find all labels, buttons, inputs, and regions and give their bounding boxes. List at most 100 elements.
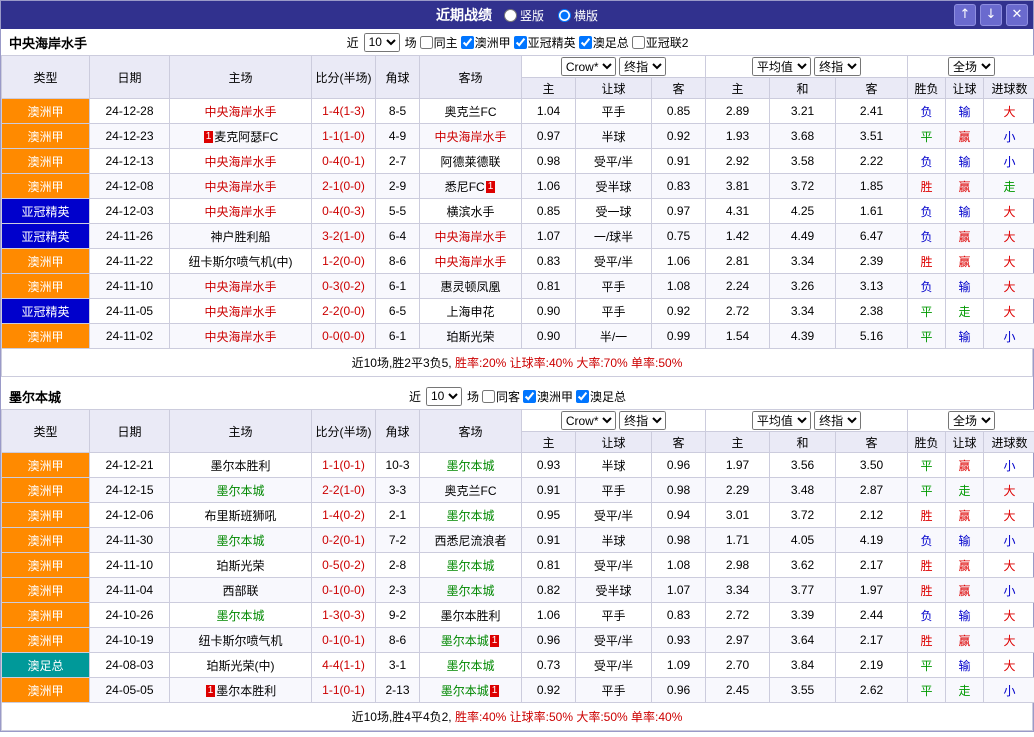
filter-checkbox-input[interactable] (631, 35, 645, 49)
away-team-cell[interactable]: 奥克兰FC (419, 477, 522, 503)
team-link[interactable]: 西悉尼流浪者 (434, 534, 506, 548)
team-link[interactable]: 纽卡斯尔喷气机(中) (189, 255, 293, 269)
home-team-cell[interactable]: 墨尔本胜利 (169, 452, 312, 478)
team-link[interactable]: 珀斯光荣(中) (207, 659, 275, 673)
team-link[interactable]: 神户胜利船 (210, 230, 270, 244)
team-link[interactable]: 布里斯班狮吼 (204, 509, 276, 523)
filter-checkbox-input[interactable] (576, 389, 590, 403)
team-link[interactable]: 上海申花 (446, 305, 494, 319)
team-link[interactable]: 中央海岸水手 (204, 155, 276, 169)
filter-checkbox[interactable]: 澳洲甲 (523, 388, 573, 405)
team-link[interactable]: 奥克兰FC (445, 484, 497, 498)
team-link[interactable]: 珀斯光荣 (446, 330, 494, 344)
away-team-cell[interactable]: 墨尔本城 (419, 577, 522, 603)
team-link[interactable]: 墨尔本城 (216, 609, 264, 623)
filter-checkbox-input[interactable] (419, 35, 433, 49)
away-team-cell[interactable]: 中央海岸水手 (419, 248, 522, 274)
match-count-select[interactable]: 10 (425, 386, 462, 406)
filter-checkbox[interactable]: 同客 (481, 388, 520, 405)
team-link[interactable]: 中央海岸水手 (434, 230, 506, 244)
home-team-cell[interactable]: 墨尔本城 (169, 477, 312, 503)
scroll-up-button[interactable]: ↑ (954, 4, 976, 26)
home-team-cell[interactable]: 1 麦克阿瑟FC (169, 123, 312, 149)
away-team-cell[interactable]: 墨尔本城 1 (419, 677, 522, 703)
away-team-cell[interactable]: 阿德莱德联 (419, 148, 522, 174)
home-team-cell[interactable]: 中央海岸水手 (169, 148, 312, 174)
away-team-cell[interactable]: 中央海岸水手 (419, 223, 522, 249)
filter-checkbox[interactable]: 澳洲甲 (460, 34, 511, 51)
bookmaker-select[interactable]: Crow* (560, 57, 616, 76)
away-team-cell[interactable]: 珀斯光荣 (419, 323, 522, 349)
filter-checkbox[interactable]: 澳足总 (578, 34, 629, 51)
away-team-cell[interactable]: 墨尔本胜利 (419, 602, 522, 628)
team-link[interactable]: 墨尔本城 (216, 484, 264, 498)
home-team-cell[interactable]: 墨尔本城 (169, 602, 312, 628)
filter-checkbox[interactable]: 同主 (419, 34, 458, 51)
team-link[interactable]: 中央海岸水手 (204, 205, 276, 219)
bookmaker-select[interactable]: Crow* (560, 411, 616, 430)
team-link[interactable]: 珀斯光荣 (216, 559, 264, 573)
scope-select[interactable]: 全场 (948, 411, 996, 430)
team-link[interactable]: 墨尔本城 (446, 459, 494, 473)
away-team-cell[interactable]: 中央海岸水手 (419, 123, 522, 149)
team-link[interactable]: 中央海岸水手 (434, 130, 506, 144)
home-team-cell[interactable]: 纽卡斯尔喷气机(中) (169, 248, 312, 274)
odds-time-select[interactable]: 终指 (619, 57, 667, 76)
away-team-cell[interactable]: 西悉尼流浪者 (419, 527, 522, 553)
average-select[interactable]: 平均值 (751, 57, 811, 76)
filter-checkbox[interactable]: 亚冠精英 (513, 34, 576, 51)
team-link[interactable]: 墨尔本城 (446, 559, 494, 573)
team-link[interactable]: 中央海岸水手 (204, 330, 276, 344)
away-team-cell[interactable]: 横滨水手 (419, 198, 522, 224)
home-team-cell[interactable]: 中央海岸水手 (169, 298, 312, 324)
team-link[interactable]: 墨尔本胜利 (210, 459, 270, 473)
away-team-cell[interactable]: 墨尔本城 1 (419, 627, 522, 653)
away-team-cell[interactable]: 墨尔本城 (419, 452, 522, 478)
layout-option-horizontal[interactable]: 横版 (558, 7, 598, 24)
team-link[interactable]: 中央海岸水手 (204, 180, 276, 194)
team-link[interactable]: 奥克兰FC (445, 105, 497, 119)
team-link[interactable]: 中央海岸水手 (434, 255, 506, 269)
home-team-cell[interactable]: 西部联 (169, 577, 312, 603)
team-link[interactable]: 纽卡斯尔喷气机 (198, 634, 282, 648)
filter-checkbox-input[interactable] (513, 35, 527, 49)
away-team-cell[interactable]: 奥克兰FC (419, 98, 522, 124)
home-team-cell[interactable]: 布里斯班狮吼 (169, 502, 312, 528)
team-link[interactable]: 墨尔本胜利 (216, 684, 276, 698)
filter-checkbox-input[interactable] (460, 35, 474, 49)
home-team-cell[interactable]: 墨尔本城 (169, 527, 312, 553)
filter-checkbox[interactable]: 亚冠联2 (631, 34, 688, 51)
odds-time-select[interactable]: 终指 (619, 411, 667, 430)
home-team-cell[interactable]: 中央海岸水手 (169, 198, 312, 224)
team-link[interactable]: 中央海岸水手 (204, 305, 276, 319)
team-link[interactable]: 横滨水手 (446, 205, 494, 219)
home-team-cell[interactable]: 中央海岸水手 (169, 173, 312, 199)
filter-checkbox-input[interactable] (523, 389, 536, 403)
home-team-cell[interactable]: 珀斯光荣 (169, 552, 312, 578)
vertical-layout-radio[interactable] (503, 8, 517, 22)
avg-time-select[interactable]: 终指 (814, 57, 862, 76)
team-link[interactable]: 中央海岸水手 (204, 105, 276, 119)
team-link[interactable]: 西部联 (222, 584, 258, 598)
team-link[interactable]: 麦克阿瑟FC (214, 130, 278, 144)
home-team-cell[interactable]: 纽卡斯尔喷气机 (169, 627, 312, 653)
team-link[interactable]: 墨尔本城 (446, 584, 494, 598)
team-link[interactable]: 墨尔本胜利 (440, 609, 500, 623)
close-button[interactable]: ✕ (1006, 4, 1028, 26)
away-team-cell[interactable]: 上海申花 (419, 298, 522, 324)
team-link[interactable]: 阿德莱德联 (440, 155, 500, 169)
home-team-cell[interactable]: 中央海岸水手 (169, 273, 312, 299)
layout-option-vertical[interactable]: 竖版 (503, 7, 544, 24)
away-team-cell[interactable]: 墨尔本城 (419, 502, 522, 528)
away-team-cell[interactable]: 悉尼FC 1 (419, 173, 522, 199)
home-team-cell[interactable]: 中央海岸水手 (169, 98, 312, 124)
filter-checkbox[interactable]: 澳足总 (576, 388, 626, 405)
avg-time-select[interactable]: 终指 (814, 411, 862, 430)
filter-checkbox-input[interactable] (481, 389, 495, 403)
home-team-cell[interactable]: 神户胜利船 (169, 223, 312, 249)
away-team-cell[interactable]: 墨尔本城 (419, 652, 522, 678)
away-team-cell[interactable]: 惠灵顿凤凰 (419, 273, 522, 299)
away-team-cell[interactable]: 墨尔本城 (419, 552, 522, 578)
scope-select[interactable]: 全场 (948, 57, 996, 76)
team-link[interactable]: 墨尔本城 (441, 634, 489, 648)
